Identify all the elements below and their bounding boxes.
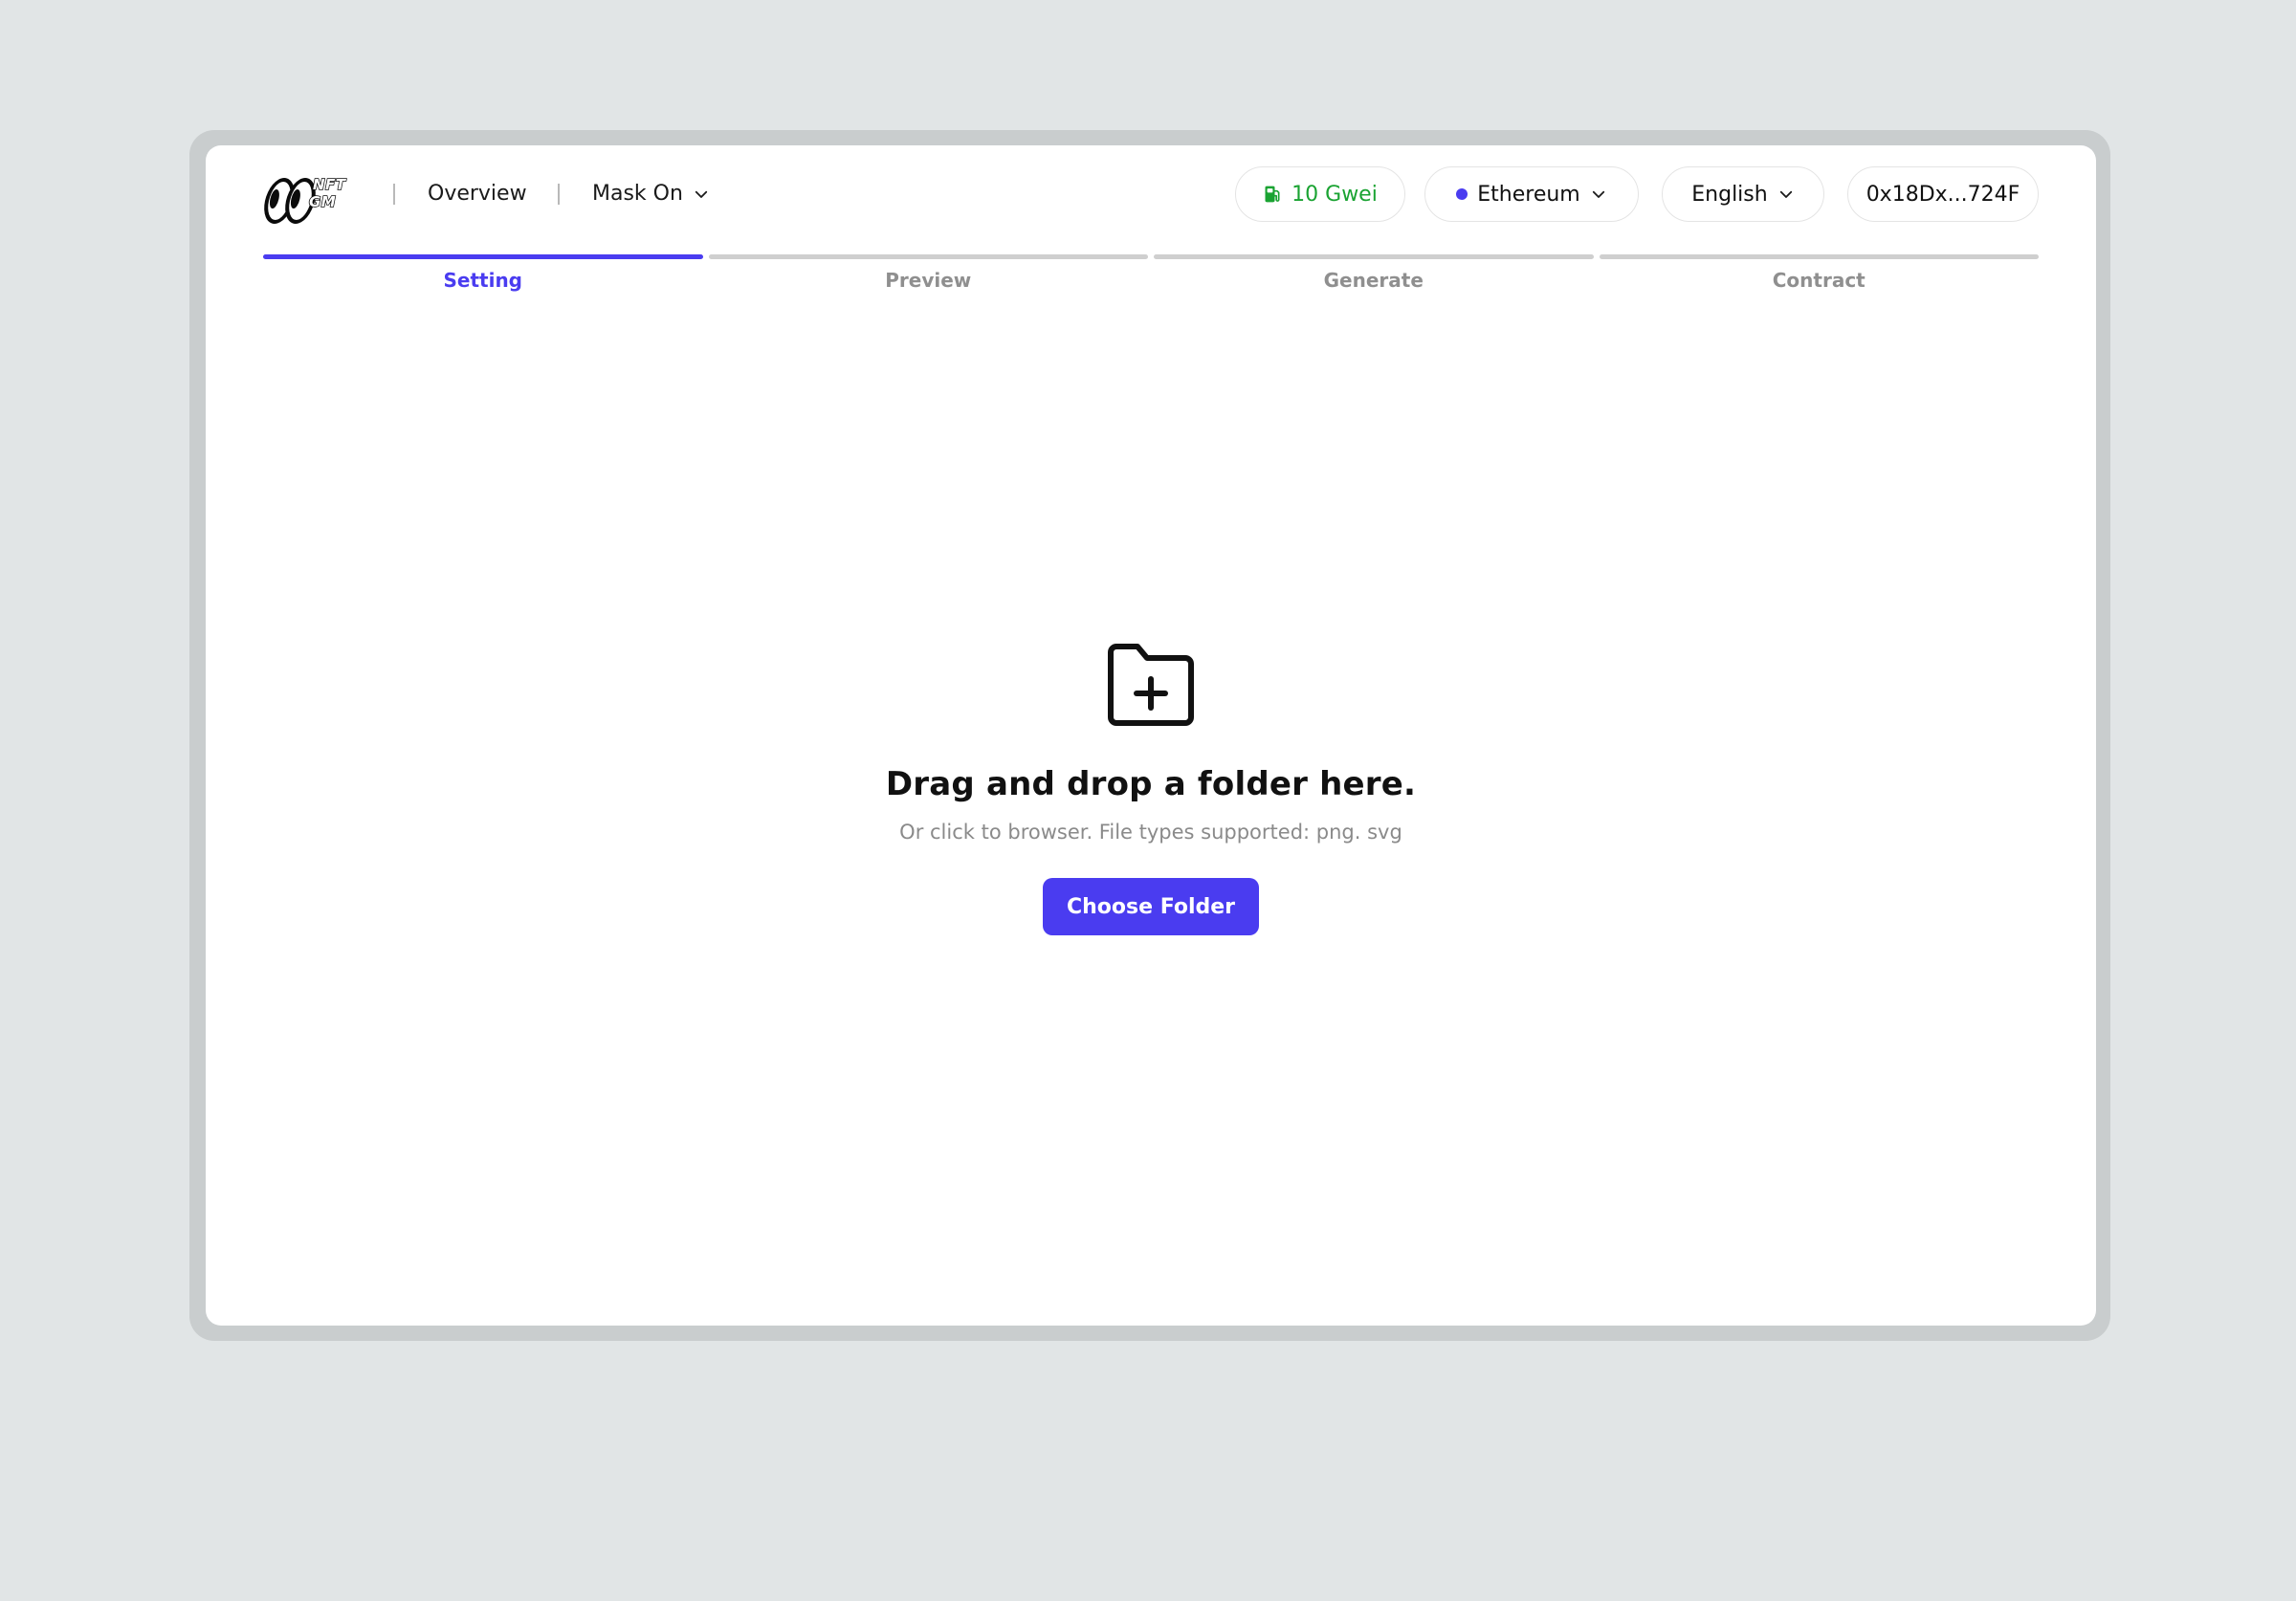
chevron-down-icon	[1592, 190, 1604, 198]
gas-price-badge[interactable]: 10 Gwei	[1235, 166, 1405, 222]
nav-mask-on-dropdown[interactable]: Mask On	[592, 178, 710, 210]
chevron-down-icon	[695, 190, 708, 198]
wallet-address: 0x18Dx...724F	[1866, 182, 2020, 207]
nav-overview-label: Overview	[428, 182, 527, 206]
gas-pump-icon	[1265, 186, 1280, 203]
drop-zone-subtitle: Or click to browser. File types supporte…	[899, 821, 1402, 844]
step-bar	[1599, 254, 2039, 259]
step-label: Contract	[1772, 269, 1866, 292]
logo-text-gm: GM	[308, 193, 337, 210]
app-window: NFT GM Overview Mask On 10 Gwei Ethereum	[206, 145, 2096, 1326]
step-contract[interactable]: Contract	[1599, 254, 2039, 312]
step-setting[interactable]: Setting	[263, 254, 703, 312]
choose-folder-button[interactable]: Choose Folder	[1043, 878, 1259, 935]
nav-overview-link[interactable]: Overview	[428, 178, 527, 210]
step-label: Setting	[443, 269, 523, 292]
folder-plus-icon	[1108, 644, 1194, 726]
step-label: Preview	[885, 269, 972, 292]
logo[interactable]: NFT GM	[259, 172, 359, 224]
chevron-down-icon	[1779, 190, 1792, 198]
logo-text-nft: NFT	[312, 176, 346, 193]
network-label: Ethereum	[1477, 182, 1580, 207]
step-bar	[708, 254, 1148, 259]
header: NFT GM Overview Mask On 10 Gwei Ethereum	[206, 145, 2096, 252]
progress-stepper: Setting Preview Generate Contract	[263, 254, 2039, 312]
step-bar	[1154, 254, 1594, 259]
nav-mask-on-label: Mask On	[592, 182, 683, 206]
wallet-address-button[interactable]: 0x18Dx...724F	[1847, 166, 2039, 222]
nav-divider	[558, 184, 560, 205]
network-selector[interactable]: Ethereum	[1424, 166, 1639, 222]
step-bar	[263, 254, 703, 259]
nav-divider	[393, 184, 395, 205]
step-label: Generate	[1323, 269, 1424, 292]
step-preview[interactable]: Preview	[708, 254, 1148, 312]
language-label: English	[1691, 182, 1768, 207]
language-selector[interactable]: English	[1662, 166, 1824, 222]
status-dot-icon	[1456, 188, 1468, 200]
drop-zone-title: Drag and drop a folder here.	[885, 765, 1417, 803]
folder-drop-zone[interactable]: Drag and drop a folder here. Or click to…	[206, 643, 2096, 935]
step-generate[interactable]: Generate	[1154, 254, 1594, 312]
gas-price-value: 10 Gwei	[1292, 182, 1378, 207]
